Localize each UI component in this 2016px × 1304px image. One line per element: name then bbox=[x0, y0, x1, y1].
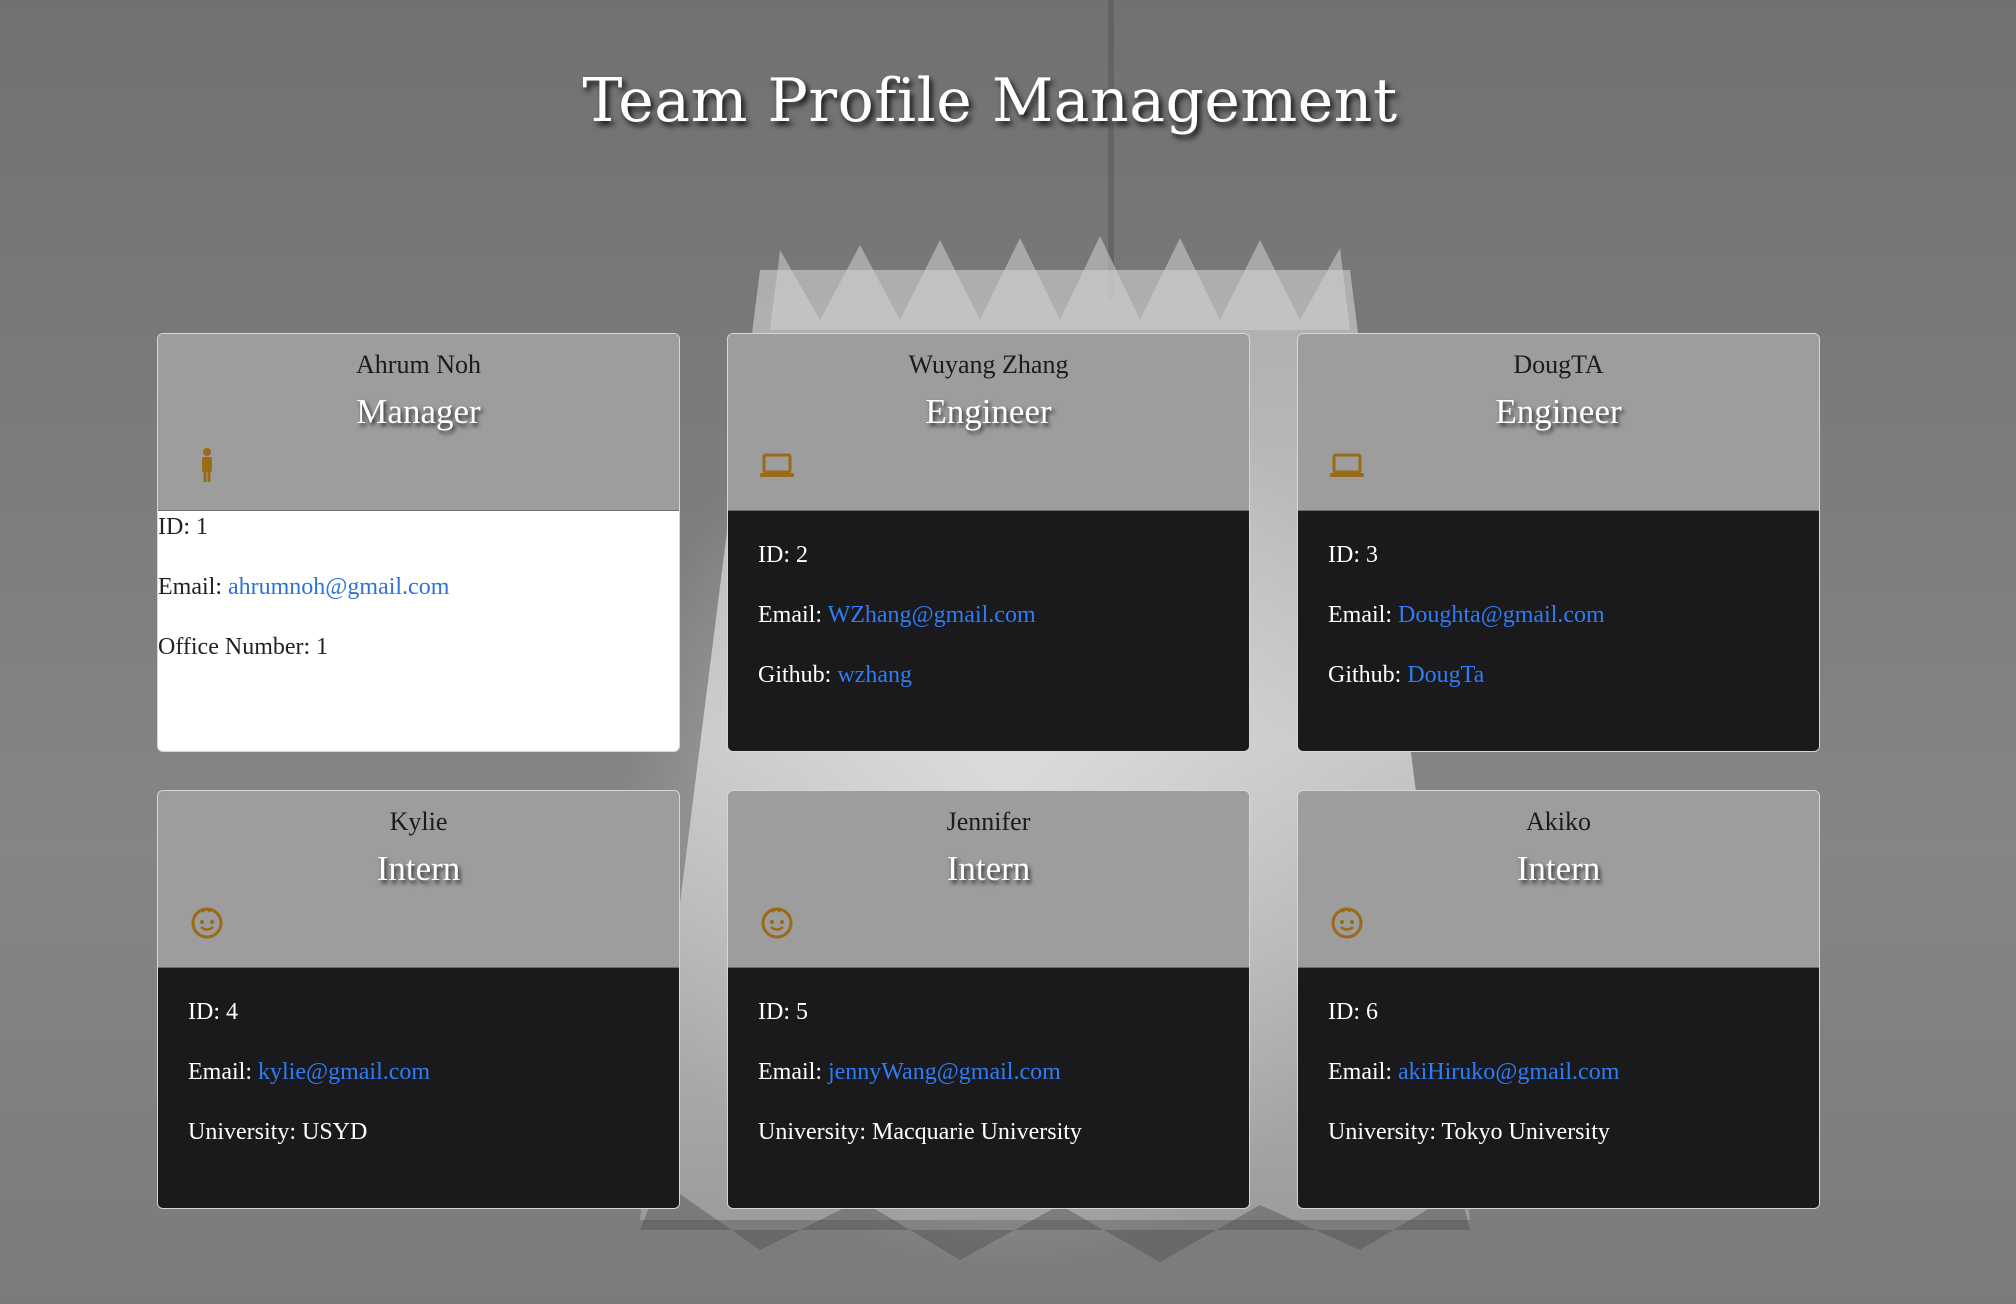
github-row: Github: wzhang bbox=[758, 661, 1219, 689]
employee-name: Ahrum Noh bbox=[356, 350, 481, 379]
university: University: USYD bbox=[188, 1119, 368, 1145]
employee-email-row: Email: kylie@gmail.com bbox=[188, 1058, 649, 1086]
employee-id: ID: 5 bbox=[758, 999, 808, 1025]
card-header: DougTA Engineer bbox=[1298, 334, 1819, 511]
email-label: Email: bbox=[758, 1059, 828, 1085]
employee-card: Akiko Intern ID: 6 Email: akiHiruko@gmai… bbox=[1297, 790, 1820, 1209]
employee-id: ID: 2 bbox=[758, 542, 808, 568]
email-label: Email: bbox=[158, 574, 228, 600]
university: University: Tokyo University bbox=[1328, 1119, 1610, 1145]
card-header: Kylie Intern bbox=[158, 791, 679, 968]
employee-name: DougTA bbox=[1513, 350, 1604, 379]
email-label: Email: bbox=[1328, 1059, 1398, 1085]
email-label: Email: bbox=[188, 1059, 258, 1085]
email-link[interactable]: jennyWang@gmail.com bbox=[828, 1059, 1061, 1085]
employee-role: Intern bbox=[946, 849, 1031, 888]
card-body: ID: 3 Email: Doughta@gmail.com Github: D… bbox=[1298, 511, 1819, 751]
employee-card: Jennifer Intern ID: 5 Email: jennyWang@g… bbox=[727, 790, 1250, 1209]
card-header: Wuyang Zhang Engineer bbox=[728, 334, 1249, 511]
employee-card: DougTA Engineer ID: 3 Email: Doughta@gma… bbox=[1297, 333, 1820, 752]
email-link[interactable]: akiHiruko@gmail.com bbox=[1398, 1059, 1619, 1085]
card-body: ID: 6 Email: akiHiruko@gmail.com Univers… bbox=[1298, 968, 1819, 1208]
email-link[interactable]: kylie@gmail.com bbox=[258, 1059, 430, 1085]
laptop-icon bbox=[760, 453, 794, 477]
university: University: Macquarie University bbox=[758, 1119, 1082, 1145]
employee-email-row: Email: WZhang@gmail.com bbox=[758, 601, 1219, 629]
employee-card: Wuyang Zhang Engineer ID: 2 Email: WZhan… bbox=[727, 333, 1250, 752]
card-header: Jennifer Intern bbox=[728, 791, 1249, 968]
employee-email-row: Email: jennyWang@gmail.com bbox=[758, 1058, 1219, 1086]
office-number: Office Number: 1 bbox=[158, 634, 329, 660]
github-label: Github: bbox=[758, 662, 838, 688]
baby-face-icon bbox=[761, 907, 793, 939]
github-link[interactable]: wzhang bbox=[837, 662, 912, 688]
baby-face-icon bbox=[191, 907, 223, 939]
page-title: Team Profile Management bbox=[582, 66, 1398, 136]
team-card-grid: Ahrum Noh Manager ID: 1 Email: ahrumnoh@… bbox=[157, 333, 1820, 1209]
email-link[interactable]: Doughta@gmail.com bbox=[1398, 602, 1605, 628]
employee-email-row: Email: ahrumnoh@gmail.com bbox=[158, 573, 679, 601]
employee-name: Kylie bbox=[389, 807, 448, 836]
employee-role: Engineer bbox=[1495, 392, 1622, 431]
email-label: Email: bbox=[1328, 602, 1398, 628]
employee-role: Engineer bbox=[925, 392, 1052, 431]
employee-card: Kylie Intern ID: 4 Email: kylie@gmail.co… bbox=[157, 790, 680, 1209]
employee-role: Intern bbox=[376, 849, 461, 888]
employee-email-row: Email: akiHiruko@gmail.com bbox=[1328, 1058, 1789, 1086]
github-row: Github: DougTa bbox=[1328, 661, 1789, 689]
card-body: ID: 4 Email: kylie@gmail.com University:… bbox=[158, 968, 679, 1208]
card-header: Akiko Intern bbox=[1298, 791, 1819, 968]
card-header: Ahrum Noh Manager bbox=[158, 334, 679, 511]
person-icon bbox=[202, 448, 212, 482]
employee-email-row: Email: Doughta@gmail.com bbox=[1328, 601, 1789, 629]
email-link[interactable]: WZhang@gmail.com bbox=[828, 602, 1036, 628]
employee-id: ID: 1 bbox=[158, 514, 208, 540]
employee-role: Manager bbox=[356, 392, 481, 431]
card-body: ID: 1 Email: ahrumnoh@gmail.com Office N… bbox=[158, 511, 679, 751]
github-link[interactable]: DougTa bbox=[1407, 662, 1484, 688]
employee-id: ID: 4 bbox=[188, 999, 238, 1025]
baby-face-icon bbox=[1331, 907, 1363, 939]
email-link[interactable]: ahrumnoh@gmail.com bbox=[228, 574, 449, 600]
employee-name: Wuyang Zhang bbox=[908, 350, 1069, 379]
employee-id: ID: 6 bbox=[1328, 999, 1378, 1025]
employee-id: ID: 3 bbox=[1328, 542, 1378, 568]
laptop-icon bbox=[1330, 453, 1364, 477]
email-label: Email: bbox=[758, 602, 828, 628]
github-label: Github: bbox=[1328, 662, 1408, 688]
employee-card: Ahrum Noh Manager ID: 1 Email: ahrumnoh@… bbox=[157, 333, 680, 752]
card-body: ID: 5 Email: jennyWang@gmail.com Univers… bbox=[728, 968, 1249, 1208]
employee-role: Intern bbox=[1516, 849, 1601, 888]
employee-name: Akiko bbox=[1526, 807, 1591, 836]
employee-name: Jennifer bbox=[946, 807, 1031, 836]
card-body: ID: 2 Email: WZhang@gmail.com Github: wz… bbox=[728, 511, 1249, 751]
